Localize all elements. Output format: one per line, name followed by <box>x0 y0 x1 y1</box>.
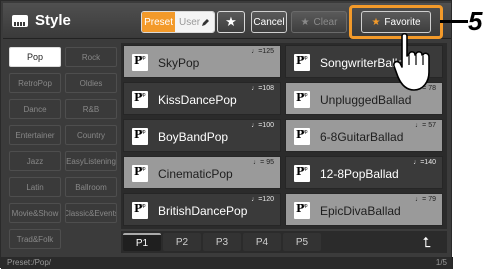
pencil-icon <box>202 18 210 26</box>
up-folder-icon[interactable]: ⮤ <box>423 234 431 251</box>
pop-style-icon: Ppp <box>294 165 310 182</box>
category-pop[interactable]: Pop <box>9 47 61 67</box>
page-tabs: P1 P2 P3 P4 P5 ⮤ <box>121 231 447 253</box>
pop-style-icon: Ppp <box>294 202 310 219</box>
style-cell-skypop[interactable]: Ppp SkyPop ♩=125 <box>123 45 281 78</box>
style-name: UnpluggedBallad <box>320 93 412 107</box>
category-classic-events[interactable]: Classic&Events <box>65 203 117 223</box>
pop-style-icon: Ppp <box>294 128 310 145</box>
category-rock[interactable]: Rock <box>65 47 117 67</box>
style-icon <box>12 15 28 27</box>
style-cell-kissdancepop[interactable]: Ppp KissDancePop ♩=108 <box>123 82 281 115</box>
cancel-button[interactable]: Cancel <box>251 11 287 33</box>
style-name: CinematicPop <box>158 167 233 181</box>
clear-button[interactable]: ★ Clear <box>291 11 347 33</box>
category-rnb[interactable]: R&B <box>65 99 117 119</box>
style-tempo: ♩= 79 <box>415 196 436 203</box>
pop-style-icon: Ppp <box>132 202 148 219</box>
header-bar: Style Preset User ★ Cancel ★ Clear ★ Fav… <box>3 3 451 39</box>
style-tempo: ♩=140 <box>413 159 436 166</box>
style-name: BritishDancePop <box>158 204 248 218</box>
category-jazz[interactable]: Jazz <box>9 151 61 171</box>
style-selection-screen: Style Preset User ★ Cancel ★ Clear ★ Fav… <box>0 0 453 269</box>
style-tempo: ♩=125 <box>251 48 274 55</box>
style-name: 6-8GuitarBallad <box>320 130 404 144</box>
category-movie-show[interactable]: Movie&Show <box>9 203 61 223</box>
tab-user[interactable]: User <box>175 12 214 32</box>
style-tempo: ♩= 95 <box>253 159 274 166</box>
star-icon: ★ <box>371 16 381 28</box>
favorite-tab-star-icon[interactable]: ★ <box>217 11 245 33</box>
tab-preset[interactable]: Preset <box>142 12 176 32</box>
style-cell-boybandpop[interactable]: Ppp BoyBandPop ♩=100 <box>123 119 281 152</box>
category-ballroom[interactable]: Ballroom <box>65 177 117 197</box>
folder-path: Preset:/Pop/ <box>7 258 52 267</box>
star-icon: ★ <box>300 16 310 28</box>
style-cell-cinematicpop[interactable]: Ppp CinematicPop ♩= 95 <box>123 156 281 189</box>
pop-style-icon: Ppp <box>132 54 148 71</box>
pop-style-icon: Ppp <box>294 91 310 108</box>
category-dance[interactable]: Dance <box>9 99 61 119</box>
style-cell-epicdivaballad[interactable]: Ppp EpicDivaBallad ♩= 79 <box>285 193 443 226</box>
style-name: EpicDivaBallad <box>320 204 401 218</box>
pop-style-icon: Ppp <box>132 165 148 182</box>
status-bar: Preset:/Pop/ 1/5 <box>1 257 453 269</box>
style-name: KissDancePop <box>158 93 237 107</box>
style-tempo: ♩=100 <box>251 122 274 129</box>
pop-style-icon: Ppp <box>294 54 310 71</box>
tab-user-label: User <box>178 16 201 28</box>
tab-page-1[interactable]: P1 <box>123 233 161 251</box>
preset-user-tabs: Preset User <box>141 11 215 33</box>
pop-style-icon: Ppp <box>132 91 148 108</box>
pop-style-icon: Ppp <box>132 128 148 145</box>
style-name: BoyBandPop <box>158 130 229 144</box>
page-title: Style <box>35 12 71 29</box>
category-list: Pop Rock RetroPop Oldies Dance R&B Enter… <box>5 43 117 255</box>
category-country[interactable]: Country <box>65 125 117 145</box>
pointing-hand-icon <box>393 32 430 91</box>
category-retropop[interactable]: RetroPop <box>9 73 61 93</box>
callout-line <box>440 20 468 23</box>
step-number: 5 <box>468 6 483 36</box>
style-cell-68guitarballad[interactable]: Ppp 6-8GuitarBallad ♩= 57 <box>285 119 443 152</box>
category-easylistening[interactable]: EasyListening <box>65 151 117 171</box>
category-latin[interactable]: Latin <box>9 177 61 197</box>
tab-page-2[interactable]: P2 <box>163 233 201 251</box>
style-name: 12-8PopBallad <box>320 167 399 181</box>
page-count: 1/5 <box>435 258 447 267</box>
tab-page-3[interactable]: P3 <box>203 233 241 251</box>
clear-label: Clear <box>313 16 338 28</box>
style-tempo: ♩=108 <box>251 85 274 92</box>
tab-page-4[interactable]: P4 <box>243 233 281 251</box>
style-cell-128popballad[interactable]: Ppp 12-8PopBallad ♩=140 <box>285 156 443 189</box>
style-tempo: ♩= 57 <box>415 122 436 129</box>
style-tempo: ♩=120 <box>251 196 274 203</box>
style-name: SkyPop <box>158 56 200 70</box>
category-entertainer[interactable]: Entertainer <box>9 125 61 145</box>
category-oldies[interactable]: Oldies <box>65 73 117 93</box>
category-trad-folk[interactable]: Trad&Folk <box>9 229 61 249</box>
favorite-label: Favorite <box>384 16 421 28</box>
favorite-button[interactable]: ★ Favorite <box>361 11 431 33</box>
style-cell-britishdancepop[interactable]: Ppp BritishDancePop ♩=120 <box>123 193 281 226</box>
tab-page-5[interactable]: P5 <box>283 233 321 251</box>
